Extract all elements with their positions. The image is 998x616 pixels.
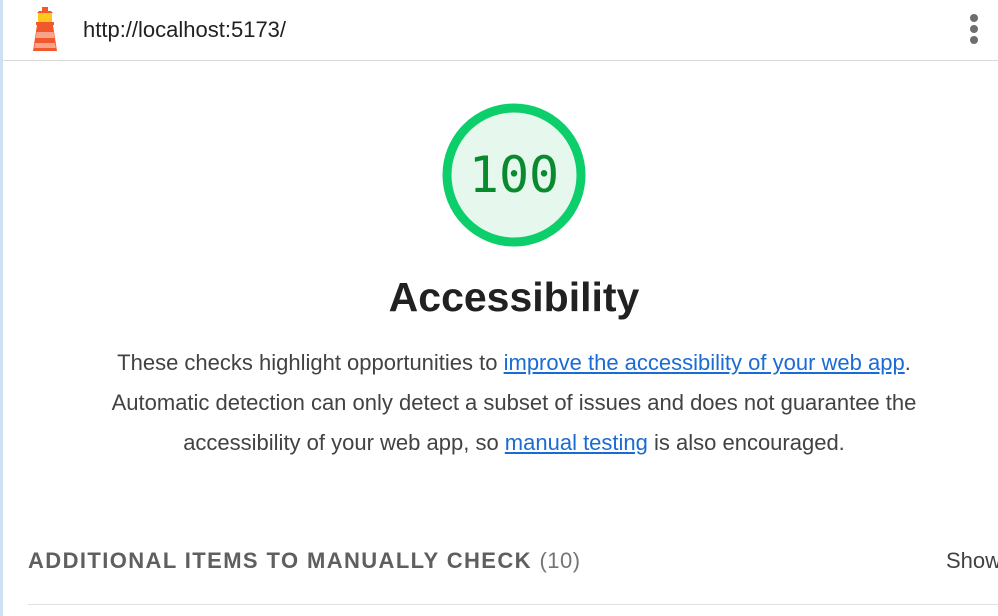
- more-vert-icon[interactable]: [964, 11, 984, 49]
- manual-check-title[interactable]: Additional items to manually check (10): [28, 548, 581, 574]
- section-divider: [28, 604, 998, 605]
- accessibility-docs-link[interactable]: improve the accessibility of your web ap…: [504, 350, 905, 375]
- manual-check-count: (10): [539, 548, 581, 573]
- manual-check-label: Additional items to manually check: [28, 548, 532, 573]
- lighthouse-report: http://localhost:5173/ 100 Accessibility…: [0, 0, 998, 616]
- manual-check-group[interactable]: Additional items to manually check (10) …: [28, 548, 998, 578]
- report-topbar: http://localhost:5173/: [3, 0, 998, 61]
- description-text: is also encouraged.: [647, 430, 845, 455]
- report-url: http://localhost:5173/: [83, 17, 287, 42]
- category-description: These checks highlight opportunities to …: [105, 343, 923, 463]
- lighthouse-icon: [33, 7, 57, 51]
- category-title: Accessibility: [388, 274, 640, 320]
- description-text: These checks highlight opportunities to: [117, 350, 504, 375]
- score-value: 100: [468, 146, 560, 204]
- show-toggle[interactable]: Show: [946, 548, 998, 574]
- manual-testing-link[interactable]: manual testing: [505, 430, 648, 455]
